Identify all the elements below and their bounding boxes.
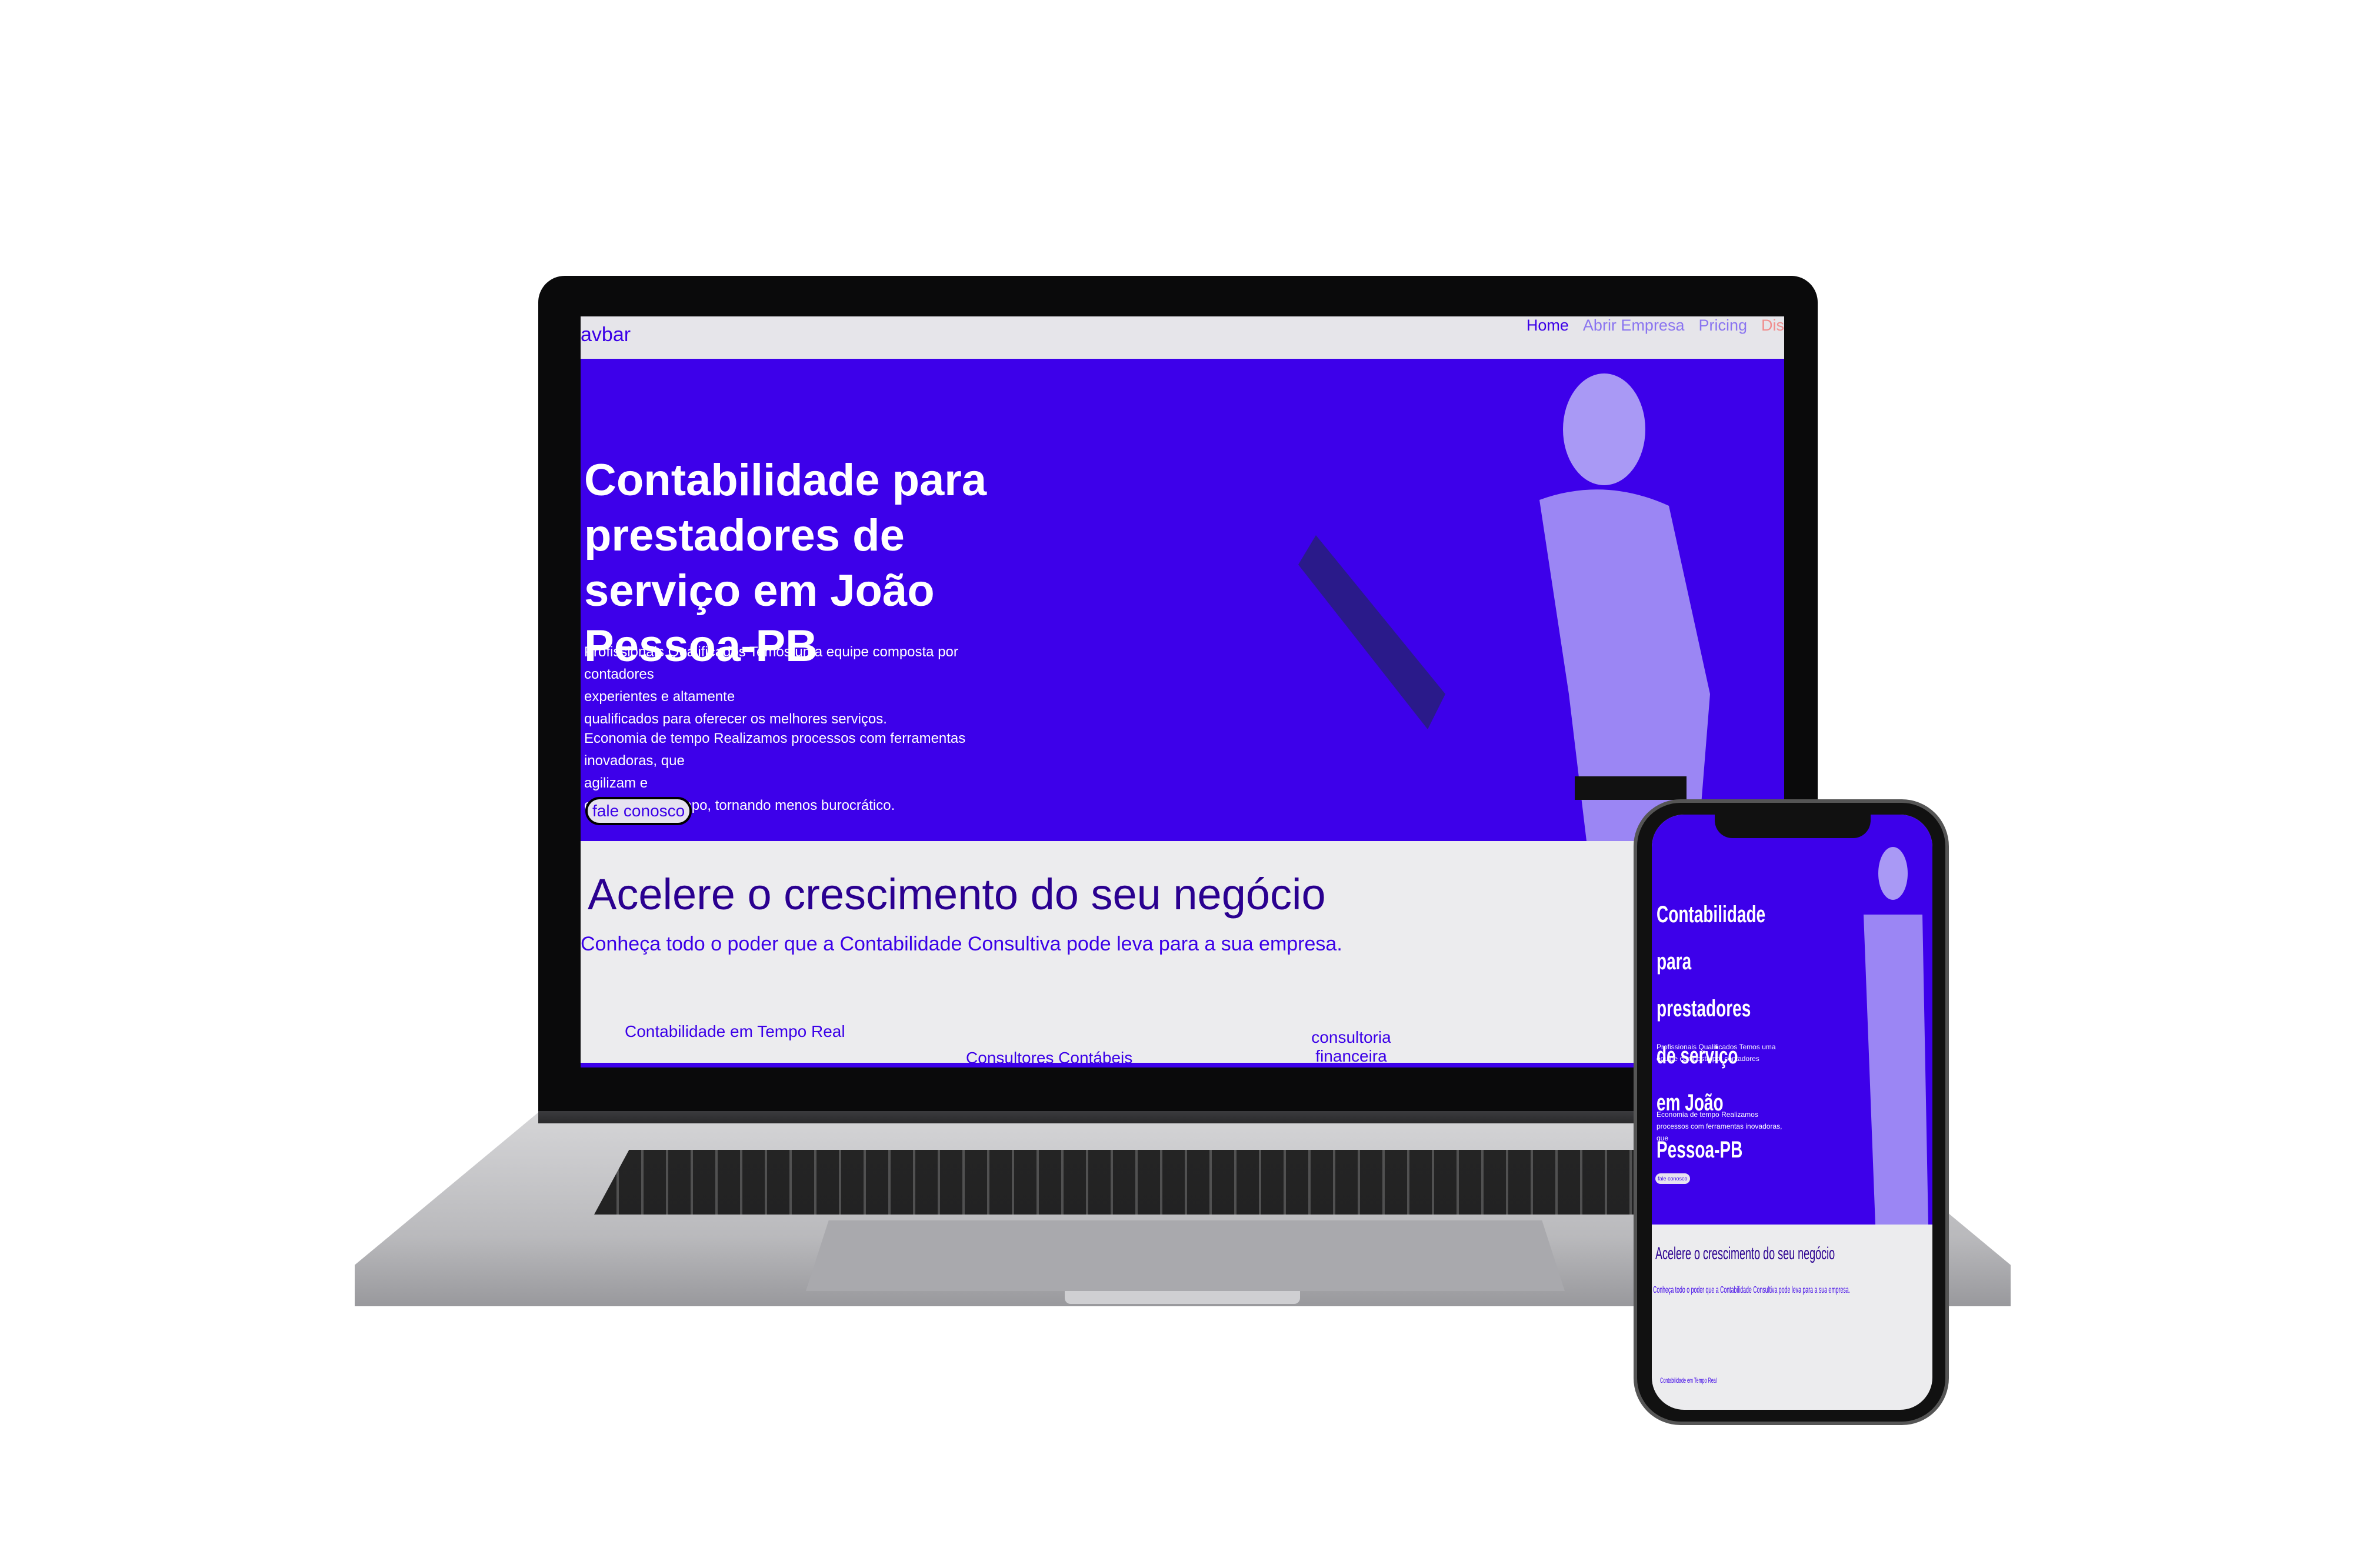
phone-section-title: Acelere o crescimento do seu negócio [1655, 1244, 1835, 1263]
phone-hero: Contabilidade para prestadores de serviç… [1652, 815, 1932, 1225]
nav-disabled: Dis [1761, 316, 1784, 334]
nav-pricing[interactable]: Pricing [1698, 316, 1747, 335]
laptop-screen: avbar Home Abrir Empresa Pricing Dis Con… [581, 316, 1784, 1067]
phone-screen: Contabilidade para prestadores de serviç… [1652, 815, 1932, 1410]
text-line: Profissionais Qualificados Temos uma equ… [584, 644, 958, 682]
text-line: Economia de tempo Realizamos processos c… [584, 730, 966, 769]
laptop-lip [1065, 1291, 1300, 1304]
phone-person-image [1864, 847, 1928, 1225]
section-title: Acelere o crescimento do seu negócio [588, 870, 1326, 919]
phone-notch [1715, 815, 1871, 838]
section-subtitle: Conheça todo o poder que a Contabilidade… [581, 933, 1342, 955]
navbar: avbar Home Abrir Empresa Pricing Dis [581, 316, 1784, 359]
nav-abrir-empresa[interactable]: Abrir Empresa [1583, 316, 1685, 335]
phone-contact-button[interactable]: fale conosco [1655, 1173, 1690, 1184]
phone-section-subtitle: Conheça todo o poder que a Contabilidade… [1653, 1285, 1851, 1295]
hero-person-image [1298, 373, 1710, 841]
hero-section: Contabilidade para prestadores de serviç… [581, 359, 1784, 841]
hero-paragraph-1: Profissionais Qualificados Temos uma equ… [584, 641, 1031, 730]
nav-links: Home Abrir Empresa Pricing Dis [1527, 316, 1784, 335]
text-line: experientes e altamente [584, 689, 735, 705]
nav-home[interactable]: Home [1527, 316, 1569, 335]
bottom-bar [581, 1063, 1784, 1067]
phone-card-title: Contabilidade em Tempo Real [1660, 1376, 1717, 1384]
navbar-brand[interactable]: avbar [581, 323, 631, 346]
laptop-keyboard [594, 1150, 1759, 1215]
card-title-tempo-real: Contabilidade em Tempo Real [625, 1022, 845, 1040]
phone-hero-paragraph-1: Profissionais Qualificados Temos uma equ… [1657, 1043, 1776, 1063]
contact-button[interactable]: fale conosco [585, 797, 692, 825]
laptop-trackpad [806, 1220, 1565, 1291]
phone-hero-paragraph-2: Economia de tempo Realizamos processos c… [1657, 1110, 1782, 1142]
text-line: agilizam e [584, 775, 648, 791]
card-title-consultoria: consultoria financeira [1311, 1028, 1391, 1065]
